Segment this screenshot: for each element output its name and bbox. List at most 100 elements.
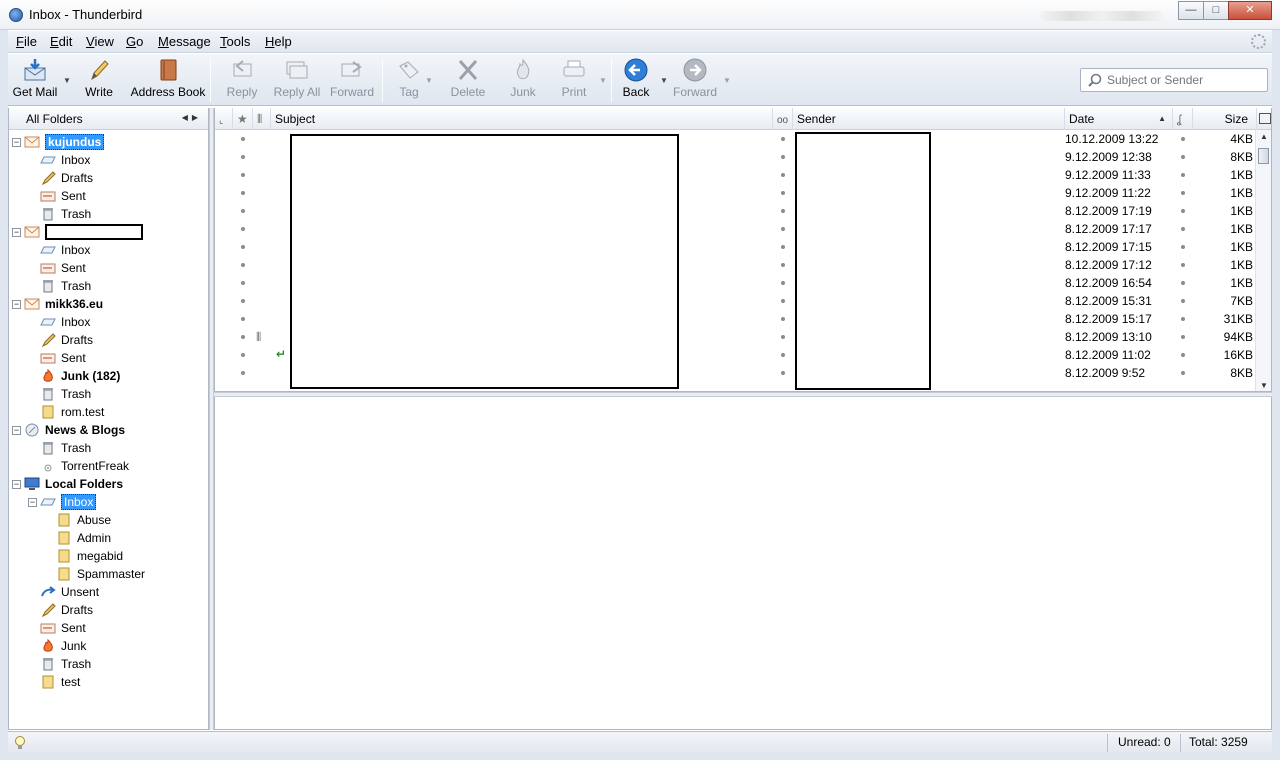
- folder-item[interactable]: mikk36.eu: [24, 295, 103, 313]
- scroll-up-icon[interactable]: ▲: [1260, 132, 1268, 141]
- folder-item[interactable]: Sent: [40, 259, 86, 277]
- read-dot-icon[interactable]: [781, 299, 785, 303]
- tree-twisty[interactable]: −: [12, 300, 21, 309]
- tree-twisty[interactable]: −: [12, 480, 21, 489]
- sender-column-header[interactable]: Sender: [793, 108, 1065, 130]
- junk-dot-icon[interactable]: [1181, 317, 1185, 321]
- minimize-button[interactable]: —: [1178, 1, 1204, 20]
- menu-tools[interactable]: Tools: [216, 34, 254, 49]
- print-dropdown-icon[interactable]: ▼: [599, 76, 607, 85]
- star-dot-icon[interactable]: [241, 335, 245, 339]
- forward-nav-dropdown-icon[interactable]: ▼: [723, 76, 731, 85]
- folder-item[interactable]: Sent: [40, 349, 86, 367]
- maximize-button[interactable]: □: [1203, 1, 1229, 20]
- folder-item[interactable]: Inbox: [40, 241, 90, 259]
- read-dot-icon[interactable]: [781, 137, 785, 141]
- folder-item[interactable]: Junk (182): [40, 367, 120, 385]
- subject-column-header[interactable]: Subject: [271, 108, 773, 130]
- junk-dot-icon[interactable]: [1181, 353, 1185, 357]
- folder-view-switch-icon[interactable]: ◀▶: [182, 113, 202, 122]
- read-dot-icon[interactable]: [781, 281, 785, 285]
- tree-twisty[interactable]: −: [28, 498, 37, 507]
- junk-dot-icon[interactable]: [1181, 227, 1185, 231]
- star-dot-icon[interactable]: [241, 209, 245, 213]
- star-dot-icon[interactable]: [241, 227, 245, 231]
- folder-item[interactable]: [24, 223, 143, 241]
- write-button[interactable]: Write: [80, 58, 118, 102]
- get-mail-button[interactable]: Get Mail: [10, 58, 60, 102]
- thread-column-toggle[interactable]: ⌞: [215, 108, 233, 130]
- menu-message[interactable]: Message: [154, 34, 215, 49]
- address-book-button[interactable]: Address Book: [128, 58, 208, 102]
- get-mail-dropdown-icon[interactable]: ▼: [63, 76, 71, 85]
- junk-dot-icon[interactable]: [1181, 173, 1185, 177]
- folder-item[interactable]: Drafts: [40, 169, 93, 187]
- junk-dot-icon[interactable]: [1181, 137, 1185, 141]
- read-dot-icon[interactable]: [781, 371, 785, 375]
- thread-scrollbar[interactable]: ▲ ▼: [1255, 130, 1271, 391]
- folder-item[interactable]: Local Folders: [24, 475, 123, 493]
- close-button[interactable]: ✕: [1228, 1, 1272, 20]
- junk-dot-icon[interactable]: [1181, 245, 1185, 249]
- folder-item[interactable]: Inbox: [40, 493, 97, 511]
- junk-dot-icon[interactable]: [1181, 191, 1185, 195]
- search-input[interactable]: [1107, 72, 1262, 88]
- print-button[interactable]: Print: [556, 58, 592, 102]
- folder-item[interactable]: Abuse: [56, 511, 111, 529]
- junk-status-column[interactable]: ʆ: [1173, 108, 1193, 130]
- folder-pane-header[interactable]: All Folders ◀▶: [9, 108, 208, 130]
- star-dot-icon[interactable]: [241, 353, 245, 357]
- star-dot-icon[interactable]: [241, 155, 245, 159]
- folder-item[interactable]: Inbox: [40, 151, 90, 169]
- folder-item[interactable]: Admin: [56, 529, 111, 547]
- junk-dot-icon[interactable]: [1181, 209, 1185, 213]
- folder-item[interactable]: test: [40, 673, 80, 691]
- star-dot-icon[interactable]: [241, 317, 245, 321]
- tree-twisty[interactable]: −: [12, 426, 21, 435]
- forward-button[interactable]: Forward: [328, 58, 376, 102]
- folder-item[interactable]: Trash: [40, 205, 91, 223]
- tag-dropdown-icon[interactable]: ▼: [425, 76, 433, 85]
- read-dot-icon[interactable]: [781, 209, 785, 213]
- folder-item[interactable]: Sent: [40, 187, 86, 205]
- menu-go[interactable]: Go: [122, 34, 147, 49]
- menu-edit[interactable]: Edit: [46, 34, 76, 49]
- tag-button[interactable]: Tag: [394, 58, 424, 102]
- star-dot-icon[interactable]: [241, 371, 245, 375]
- menu-help[interactable]: Help: [261, 34, 296, 49]
- read-dot-icon[interactable]: [781, 335, 785, 339]
- reply-button[interactable]: Reply: [222, 58, 262, 102]
- folder-item[interactable]: TorrentFreak: [40, 457, 129, 475]
- star-dot-icon[interactable]: [241, 263, 245, 267]
- forward-nav-button[interactable]: Forward: [672, 58, 718, 102]
- folder-item[interactable]: Drafts: [40, 331, 93, 349]
- back-dropdown-icon[interactable]: ▼: [660, 76, 668, 85]
- folder-item[interactable]: megabid: [56, 547, 123, 565]
- tree-twisty[interactable]: −: [12, 228, 21, 237]
- reply-all-button[interactable]: Reply All: [270, 58, 324, 102]
- star-dot-icon[interactable]: [241, 299, 245, 303]
- read-dot-icon[interactable]: [781, 191, 785, 195]
- folder-item[interactable]: Drafts: [40, 601, 93, 619]
- star-column[interactable]: ★: [233, 108, 253, 130]
- menu-view[interactable]: View: [82, 34, 118, 49]
- menu-file[interactable]: File: [12, 34, 41, 49]
- folder-item[interactable]: Inbox: [40, 313, 90, 331]
- tree-twisty[interactable]: −: [12, 138, 21, 147]
- read-dot-icon[interactable]: [781, 227, 785, 231]
- read-dot-icon[interactable]: [781, 263, 785, 267]
- star-dot-icon[interactable]: [241, 245, 245, 249]
- junk-dot-icon[interactable]: [1181, 299, 1185, 303]
- folder-item[interactable]: News & Blogs: [24, 421, 125, 439]
- junk-dot-icon[interactable]: [1181, 371, 1185, 375]
- folder-item[interactable]: Trash: [40, 277, 91, 295]
- folder-item[interactable]: Spammaster: [56, 565, 145, 583]
- junk-dot-icon[interactable]: [1181, 335, 1185, 339]
- read-status-column[interactable]: oo: [773, 108, 793, 130]
- star-dot-icon[interactable]: [241, 281, 245, 285]
- scroll-down-icon[interactable]: ▼: [1260, 381, 1268, 390]
- column-picker-icon[interactable]: [1259, 113, 1271, 124]
- delete-button[interactable]: Delete: [448, 58, 488, 102]
- folder-item[interactable]: Sent: [40, 619, 86, 637]
- read-dot-icon[interactable]: [781, 155, 785, 159]
